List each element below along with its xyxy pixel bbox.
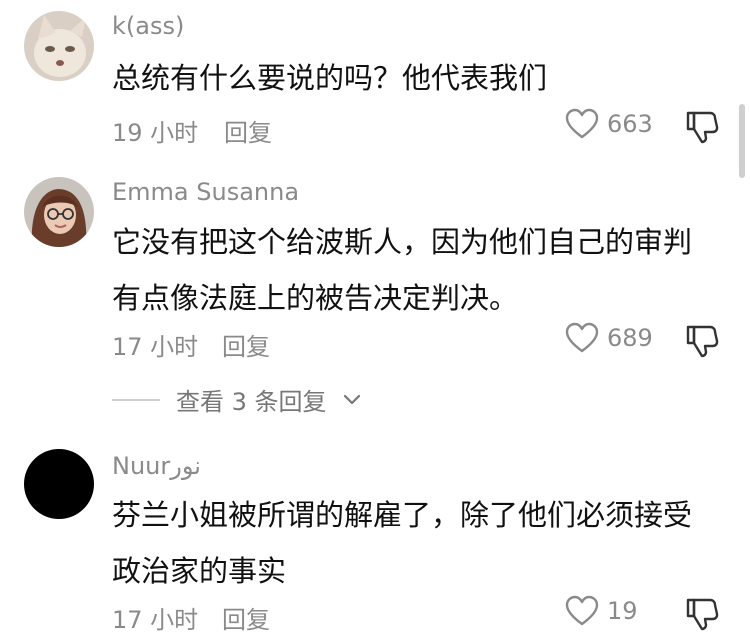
- like-button[interactable]: 19: [565, 595, 638, 627]
- avatar[interactable]: [24, 449, 94, 519]
- like-count: 19: [607, 597, 638, 625]
- comment-text: 芬兰小姐被所谓的解雇了，除了他们必须接受 政治家的事实: [112, 487, 692, 599]
- username[interactable]: Nuurنور: [112, 452, 201, 480]
- comment-line: 芬兰小姐被所谓的解雇了，除了他们必须接受: [112, 498, 693, 532]
- thumbs-down-icon[interactable]: [684, 596, 720, 632]
- reply-button[interactable]: 回复: [222, 600, 270, 635]
- heart-icon: [565, 595, 599, 626]
- timestamp: 17 小时: [112, 606, 199, 634]
- comment-line: 政治家的事实: [112, 554, 287, 588]
- comment-item: Nuurنور 芬兰小姐被所谓的解雇了，除了他们必须接受 政治家的事实 17 小…: [0, 0, 750, 634]
